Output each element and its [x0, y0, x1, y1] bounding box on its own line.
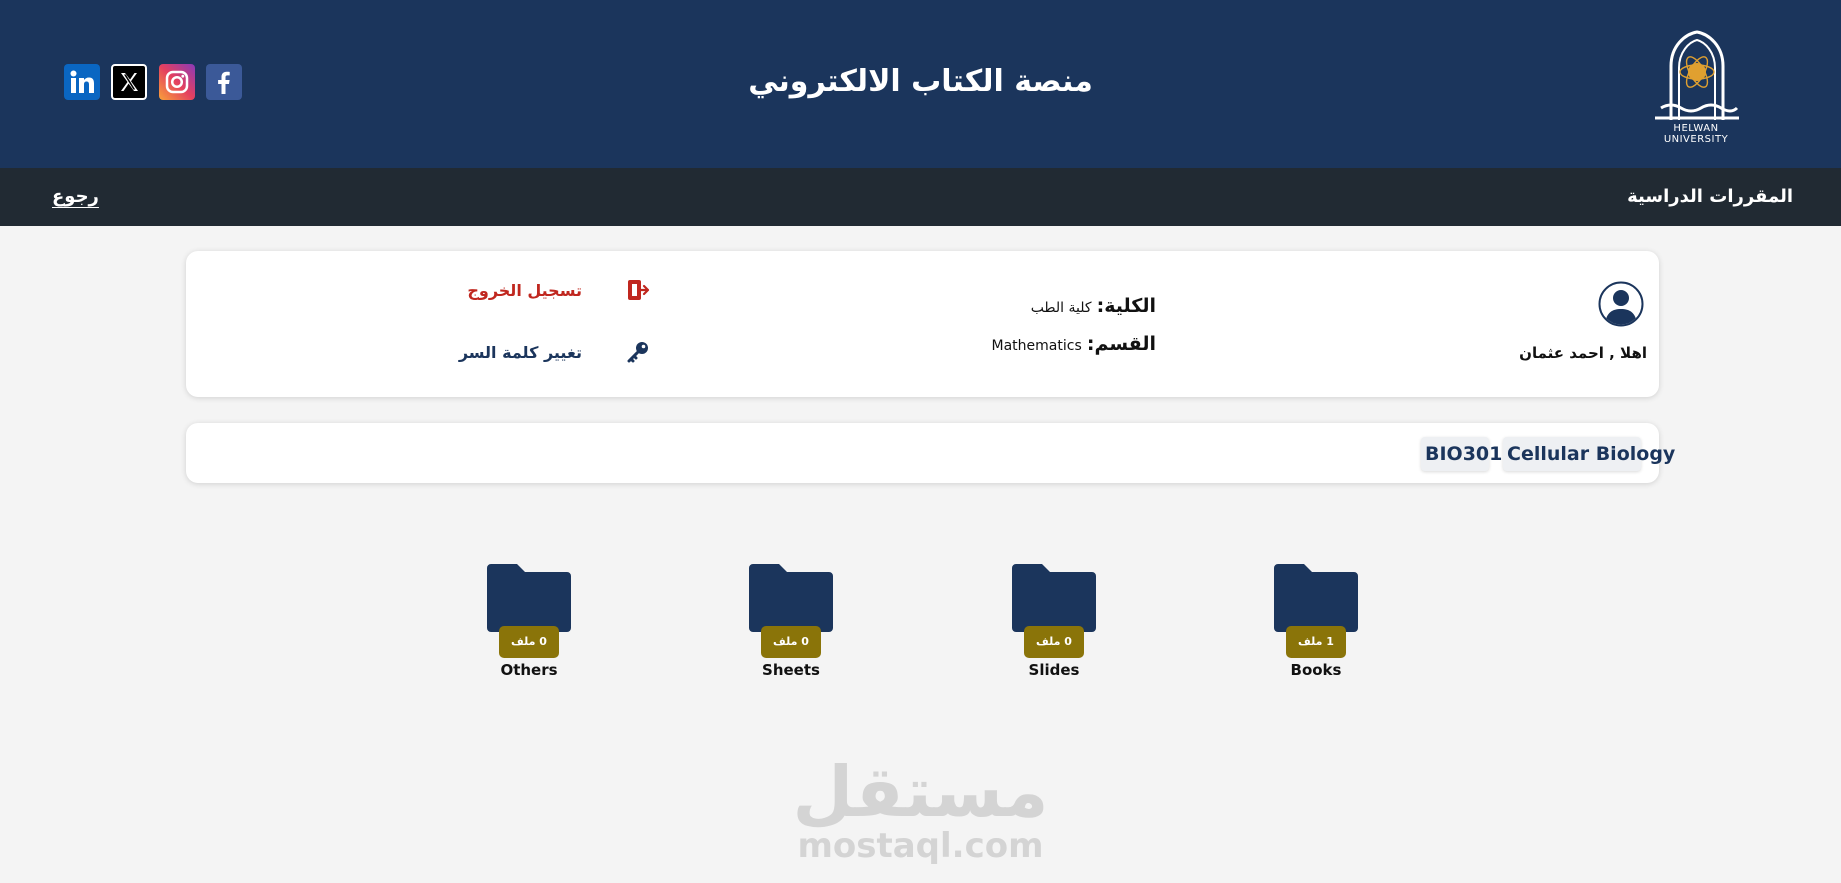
faculty-value: كلية الطب: [1030, 300, 1092, 316]
folder-books[interactable]: 1 ملف Books: [1261, 564, 1371, 684]
key-icon[interactable]: [626, 340, 650, 364]
change-password-button[interactable]: تغيير كلمة السر: [459, 343, 582, 362]
folder-label: Sheets: [762, 661, 820, 679]
folder-label: Slides: [1028, 661, 1080, 679]
nav-courses-link[interactable]: المقررات الدراسية: [1627, 186, 1793, 207]
folder-icon: [1274, 564, 1358, 632]
folder-slides[interactable]: 0 ملف Slides: [999, 564, 1109, 684]
logout-button[interactable]: تسجيل الخروج: [467, 281, 582, 300]
folder-label: Books: [1290, 661, 1342, 679]
navbar: رجوع المقررات الدراسية: [0, 168, 1841, 226]
logo-text: HELWAN UNIVERSITY: [1663, 123, 1729, 145]
department-value: Mathematics: [991, 338, 1082, 354]
profile-card: اهلا , احمد عثمان الكلية: كلية الطب القس…: [186, 251, 1659, 397]
user-avatar-icon: [1598, 281, 1644, 327]
university-logo: [1655, 30, 1739, 120]
folder-sheets[interactable]: 0 ملف Sheets: [736, 564, 846, 684]
file-count-badge: 0 ملف: [499, 626, 559, 658]
user-greeting: اهلا , احمد عثمان: [1519, 344, 1647, 362]
folder-others[interactable]: 0 ملف Others: [474, 564, 584, 684]
back-link[interactable]: رجوع: [52, 186, 99, 207]
file-count-badge: 0 ملف: [761, 626, 821, 658]
watermark-text: mostaql.com: [797, 826, 1044, 866]
folder-label: Others: [500, 661, 558, 679]
folder-icon: [487, 564, 571, 632]
file-count-badge: 0 ملف: [1024, 626, 1084, 658]
folder-icon: [749, 564, 833, 632]
course-code: BIO301: [1421, 437, 1502, 471]
faculty-label: الكلية:: [1096, 295, 1156, 317]
file-count-badge: 1 ملف: [1286, 626, 1346, 658]
site-header: منصة الكتاب الالكتروني HELWAN UNIVERSITY: [0, 0, 1841, 168]
watermark-logo: مستقل: [792, 751, 1049, 833]
faculty-info: الكلية: كلية الطب: [1031, 295, 1156, 317]
page-title: منصة الكتاب الالكتروني: [748, 64, 1093, 99]
folder-icon: [1012, 564, 1096, 632]
department-label: القسم:: [1086, 333, 1156, 355]
department-info: القسم: Mathematics: [992, 333, 1156, 355]
course-name: Cellular Biology: [1503, 437, 1675, 471]
course-card: Cellular Biology BIO301: [186, 423, 1675, 483]
logout-icon[interactable]: [626, 278, 650, 302]
